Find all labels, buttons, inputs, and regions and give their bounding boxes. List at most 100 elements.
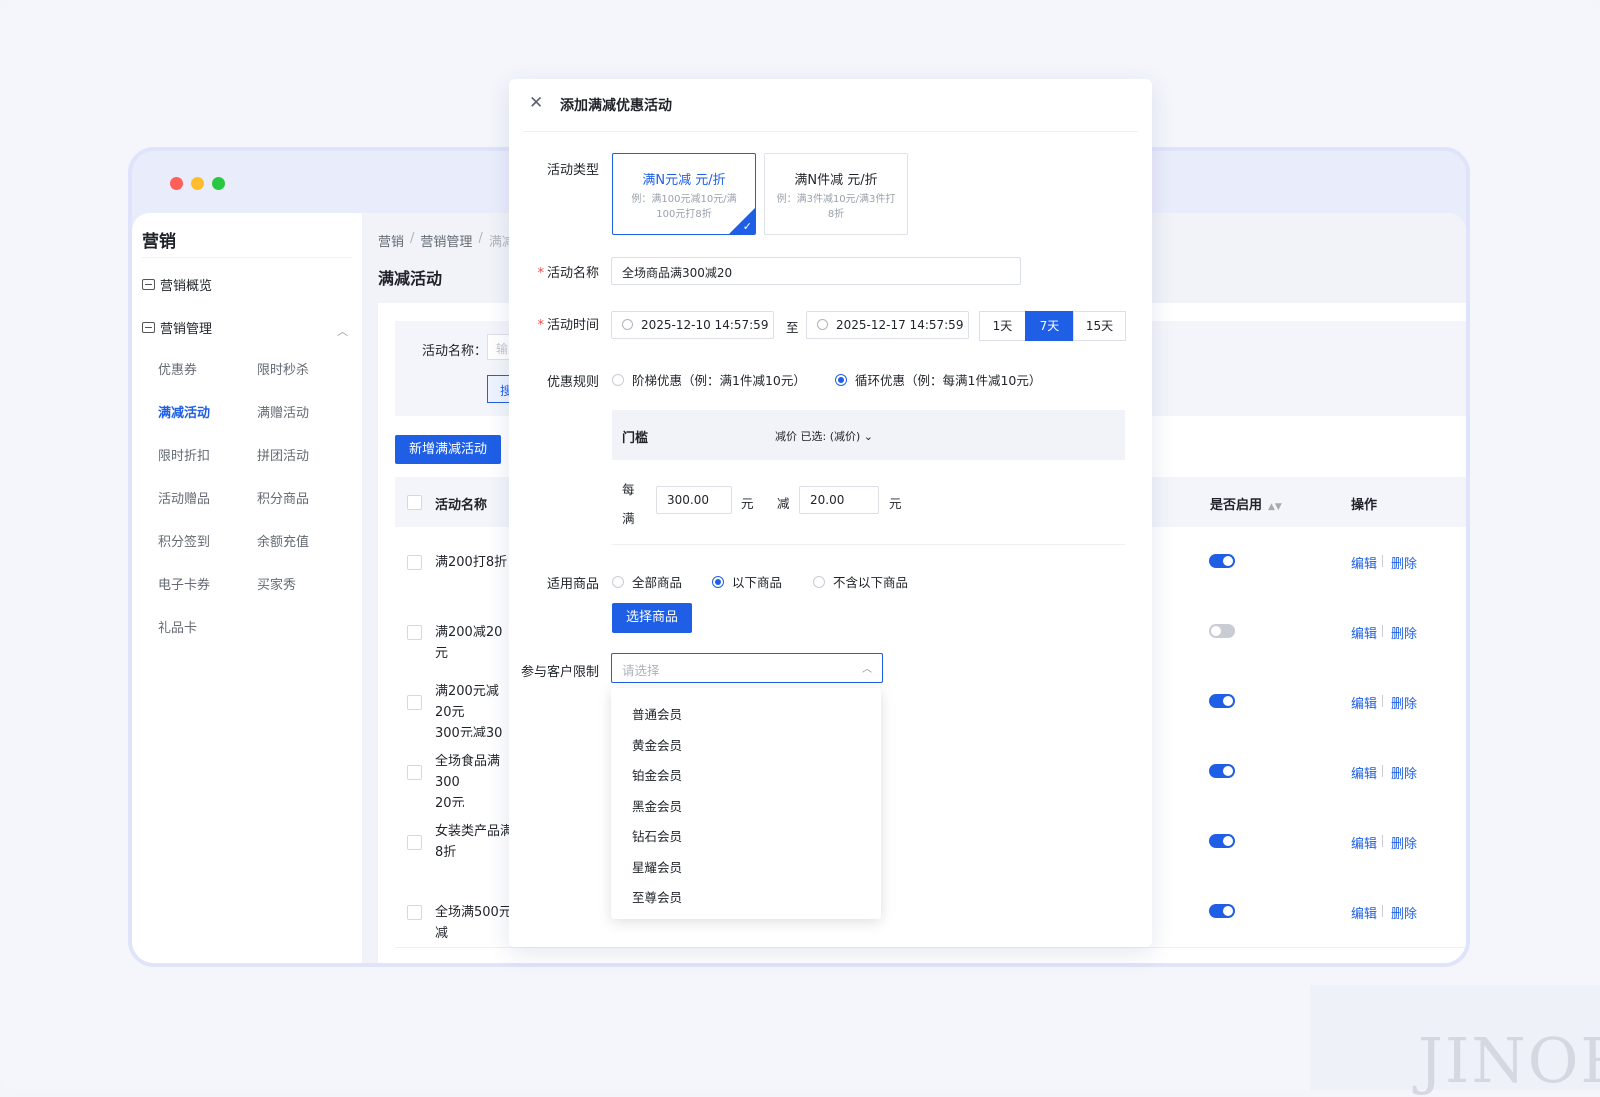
breadcrumb-item[interactable]: 营销管理: [420, 231, 472, 250]
sidebar-sub-coupon[interactable]: 优惠券: [158, 359, 197, 378]
dropdown-option[interactable]: 钻石会员: [632, 826, 682, 845]
row-checkbox[interactable]: [407, 625, 422, 640]
breadcrumb-item[interactable]: 营销: [378, 231, 404, 250]
dropdown-option[interactable]: 至尊会员: [632, 887, 682, 906]
time-label: * 活动时间: [509, 314, 599, 333]
delete-link[interactable]: 删除: [1391, 623, 1417, 642]
sidebar-sub-full-gift[interactable]: 满赠活动: [257, 402, 309, 421]
sidebar-sub-group-buy[interactable]: 拼团活动: [257, 445, 309, 464]
sidebar-sub-flash-sale[interactable]: 限时秒杀: [257, 359, 309, 378]
radio-label: 不含以下商品: [833, 575, 909, 590]
op-divider: [1382, 625, 1383, 637]
threshold-input[interactable]: 300.00: [656, 486, 732, 514]
delete-link[interactable]: 删除: [1391, 903, 1417, 922]
dropdown-option[interactable]: 普通会员: [632, 704, 682, 723]
enable-toggle[interactable]: [1209, 834, 1235, 848]
discount-header[interactable]: 减价 已选: (减价) ⌄: [775, 428, 873, 444]
column-header-enabled[interactable]: 是否启用 ▲▼: [1210, 494, 1282, 513]
radio-icon: [612, 373, 624, 386]
row-name: 全场食品满300 20元: [435, 754, 501, 811]
start-time-picker[interactable]: 2025-12-10 14:57:59: [611, 311, 774, 339]
radio-label: 以下商品: [732, 575, 783, 590]
rule-cycle-radio[interactable]: 循环优惠（例：每满1件减10元）: [835, 370, 1041, 389]
edit-link[interactable]: 编辑: [1351, 763, 1377, 782]
type-card-title: 满N元减 元/折: [642, 173, 726, 188]
dropdown-option[interactable]: 黑金会员: [632, 796, 682, 815]
delete-link[interactable]: 删除: [1391, 763, 1417, 782]
sort-icon[interactable]: ▲▼: [1268, 502, 1282, 512]
discount-input[interactable]: 20.00: [799, 486, 879, 514]
row-checkbox[interactable]: [407, 765, 422, 780]
edit-link[interactable]: 编辑: [1351, 623, 1377, 642]
add-activity-button[interactable]: 新增满减活动: [395, 435, 502, 464]
sidebar-sub-time-discount[interactable]: 限时折扣: [158, 445, 210, 464]
breadcrumb-separator: /: [478, 231, 483, 246]
sidebar-sub-recharge[interactable]: 余额充值: [257, 531, 309, 550]
goods-include-radio[interactable]: 以下商品: [712, 572, 782, 591]
duration-7-days[interactable]: 7天: [1025, 311, 1074, 341]
add-activity-dialog: ✕ 添加满减优惠活动 活动类型 满N元减 元/折 例：满100元减10元/满10…: [509, 79, 1152, 947]
enable-toggle[interactable]: [1209, 624, 1235, 638]
duration-15-days[interactable]: 15天: [1073, 311, 1126, 341]
row-checkbox[interactable]: [407, 695, 422, 710]
required-mark: *: [537, 318, 544, 333]
edit-link[interactable]: 编辑: [1351, 833, 1377, 852]
row-checkbox[interactable]: [407, 555, 422, 570]
choose-goods-button[interactable]: 选择商品: [612, 603, 693, 633]
edit-link[interactable]: 编辑: [1351, 693, 1377, 712]
select-all-checkbox[interactable]: [407, 495, 422, 510]
customer-label: 参与客户限制: [520, 665, 599, 680]
delete-link[interactable]: 删除: [1391, 833, 1417, 852]
enable-toggle[interactable]: [1209, 764, 1235, 778]
sidebar-sub-e-card[interactable]: 电子卡券: [158, 574, 210, 593]
chevron-up-icon: ︿: [862, 664, 872, 675]
goods-all-radio[interactable]: 全部商品: [612, 572, 682, 591]
sidebar-item-manage[interactable]: 营销管理: [142, 318, 212, 337]
enable-toggle[interactable]: [1209, 904, 1235, 918]
close-icon[interactable]: ✕: [529, 93, 543, 113]
delete-link[interactable]: 删除: [1391, 693, 1417, 712]
clock-icon: [622, 319, 633, 330]
sidebar-sub-buyer-show[interactable]: 买家秀: [257, 574, 296, 593]
row-checkbox[interactable]: [407, 835, 422, 850]
edit-link[interactable]: 编辑: [1351, 903, 1377, 922]
filter-label: 活动名称：: [422, 344, 488, 359]
yuan-label: 元: [889, 496, 902, 511]
chevron-up-icon[interactable]: ︿: [337, 323, 348, 339]
dropdown-option[interactable]: 黄金会员: [632, 735, 682, 754]
sidebar-sub-sign-in[interactable]: 积分签到: [158, 531, 210, 550]
sidebar-sub-gift-card[interactable]: 礼品卡: [158, 617, 197, 636]
enable-toggle[interactable]: [1209, 694, 1235, 708]
goods-exclude-radio[interactable]: 不含以下商品: [813, 572, 908, 591]
edit-link[interactable]: 编辑: [1351, 553, 1377, 572]
type-card-quantity[interactable]: 满N件减 元/折 例：满3件减10元/满3件打8折: [764, 153, 908, 235]
watermark-logo: JINOR: [1418, 1024, 1600, 1097]
sidebar-sub-full-reduction[interactable]: 满减活动: [158, 402, 210, 421]
enable-toggle[interactable]: [1209, 554, 1235, 568]
activity-name-field[interactable]: 全场商品满300减20: [611, 257, 1021, 285]
window-minimize-dot[interactable]: [191, 177, 204, 190]
customer-select[interactable]: 请选择 ︿: [611, 653, 883, 683]
op-divider: [1382, 835, 1383, 847]
minus-label: 减: [777, 496, 790, 511]
type-card-title: 满N件减 元/折: [794, 173, 878, 188]
dropdown-option[interactable]: 星耀会员: [632, 857, 682, 876]
sidebar-sub-gifts[interactable]: 活动赠品: [158, 488, 210, 507]
window-maximize-dot[interactable]: [212, 177, 225, 190]
check-icon: ✓: [742, 220, 752, 233]
type-card-amount[interactable]: 满N元减 元/折 例：满100元减10元/满100元打8折 ✓: [612, 153, 756, 235]
type-card-desc: 例：满3件减10元/满3件打8折: [776, 194, 896, 220]
rule-table-header: 门槛 减价 已选: (减价) ⌄: [612, 410, 1125, 460]
sidebar-item-overview[interactable]: 营销概览: [142, 275, 212, 294]
op-divider: [1382, 905, 1383, 917]
sidebar-sub-points-goods[interactable]: 积分商品: [257, 488, 309, 507]
window-close-dot[interactable]: [170, 177, 183, 190]
sidebar: 营销 营销概览 营销管理 ︿ 优惠券 限时秒杀 满减活动 满赠活动 限时折扣 拼…: [132, 213, 363, 963]
rule-ladder-radio[interactable]: 阶梯优惠（例：满1件减10元）: [612, 370, 806, 389]
time-label-text: 活动时间: [546, 318, 599, 333]
delete-link[interactable]: 删除: [1391, 553, 1417, 572]
end-time-picker[interactable]: 2025-12-17 14:57:59: [806, 311, 969, 339]
row-checkbox[interactable]: [407, 905, 422, 920]
duration-1-day[interactable]: 1天: [979, 311, 1026, 341]
dropdown-option[interactable]: 铂金会员: [632, 765, 682, 784]
